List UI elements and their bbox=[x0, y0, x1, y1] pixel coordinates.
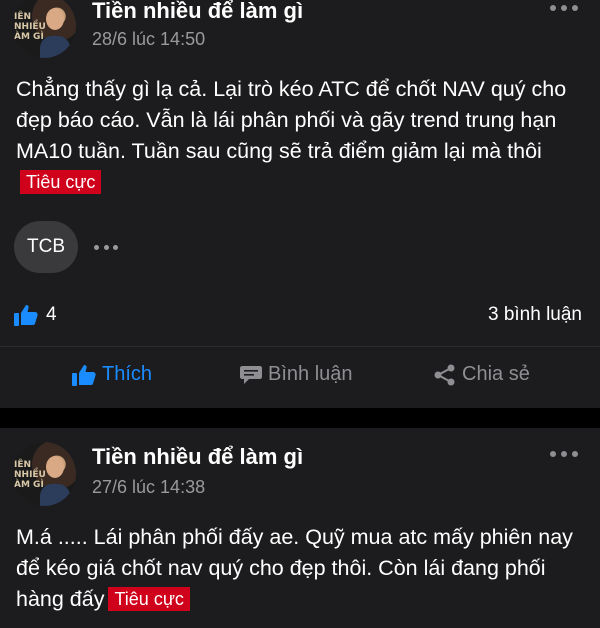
comment-count[interactable]: 3 bình luận bbox=[488, 304, 582, 326]
sentiment-badge: Tiêu cực bbox=[20, 170, 102, 194]
avatar-text: IÊN NHIỀU ÀM GÌ bbox=[14, 460, 46, 490]
ticker-chip[interactable]: TCB bbox=[14, 221, 78, 273]
comment-button[interactable]: Bình luận bbox=[240, 363, 353, 386]
more-options-icon[interactable] bbox=[550, 4, 578, 12]
post-content: Chẳng thấy gì lạ cả. Lại trò kéo ATC để … bbox=[16, 74, 586, 198]
ticker-more-icon[interactable] bbox=[94, 243, 118, 251]
author-name[interactable]: Tiền nhiều để làm gì bbox=[92, 444, 303, 470]
post-time: 28/6 lúc 14:50 bbox=[92, 29, 206, 49]
post-card: IÊN NHIỀU ÀM GÌ Tiền nhiều để làm gì 28/6 … bbox=[0, 0, 600, 408]
comment-label: Bình luận bbox=[268, 363, 353, 385]
post-card: IÊN NHIỀU ÀM GÌ Tiền nhiều để làm gì 27/6 … bbox=[0, 428, 600, 628]
avatar[interactable]: IÊN NHIỀU ÀM GÌ bbox=[12, 0, 76, 58]
thumbs-up-icon bbox=[72, 364, 96, 386]
thumbs-up-icon bbox=[14, 305, 38, 326]
share-label: Chia sẻ bbox=[462, 363, 530, 385]
more-options-icon[interactable] bbox=[550, 450, 578, 458]
post-text: Chẳng thấy gì lạ cả. Lại trò kéo ATC để … bbox=[16, 77, 567, 163]
sentiment-badge: Tiêu cực bbox=[108, 587, 190, 611]
divider bbox=[0, 346, 600, 347]
post-text: M.á ..... Lái phân phối đấy ae. Quỹ mua … bbox=[16, 525, 573, 611]
like-count: 4 bbox=[46, 304, 57, 325]
avatar[interactable]: IÊN NHIỀU ÀM GÌ bbox=[12, 442, 76, 506]
share-button[interactable]: Chia sẻ bbox=[434, 363, 530, 386]
comment-icon bbox=[240, 365, 262, 384]
like-label: Thích bbox=[102, 363, 153, 385]
post-content: M.á ..... Lái phân phối đấy ae. Quỹ mua … bbox=[16, 522, 586, 615]
like-button[interactable]: Thích bbox=[72, 363, 152, 386]
author-name[interactable]: Tiền nhiều để làm gì bbox=[92, 0, 303, 24]
like-summary[interactable]: 4 bbox=[14, 304, 57, 326]
post-time: 27/6 lúc 14:38 bbox=[92, 477, 206, 497]
share-icon bbox=[434, 364, 455, 385]
avatar-text: IÊN NHIỀU ÀM GÌ bbox=[14, 12, 46, 42]
